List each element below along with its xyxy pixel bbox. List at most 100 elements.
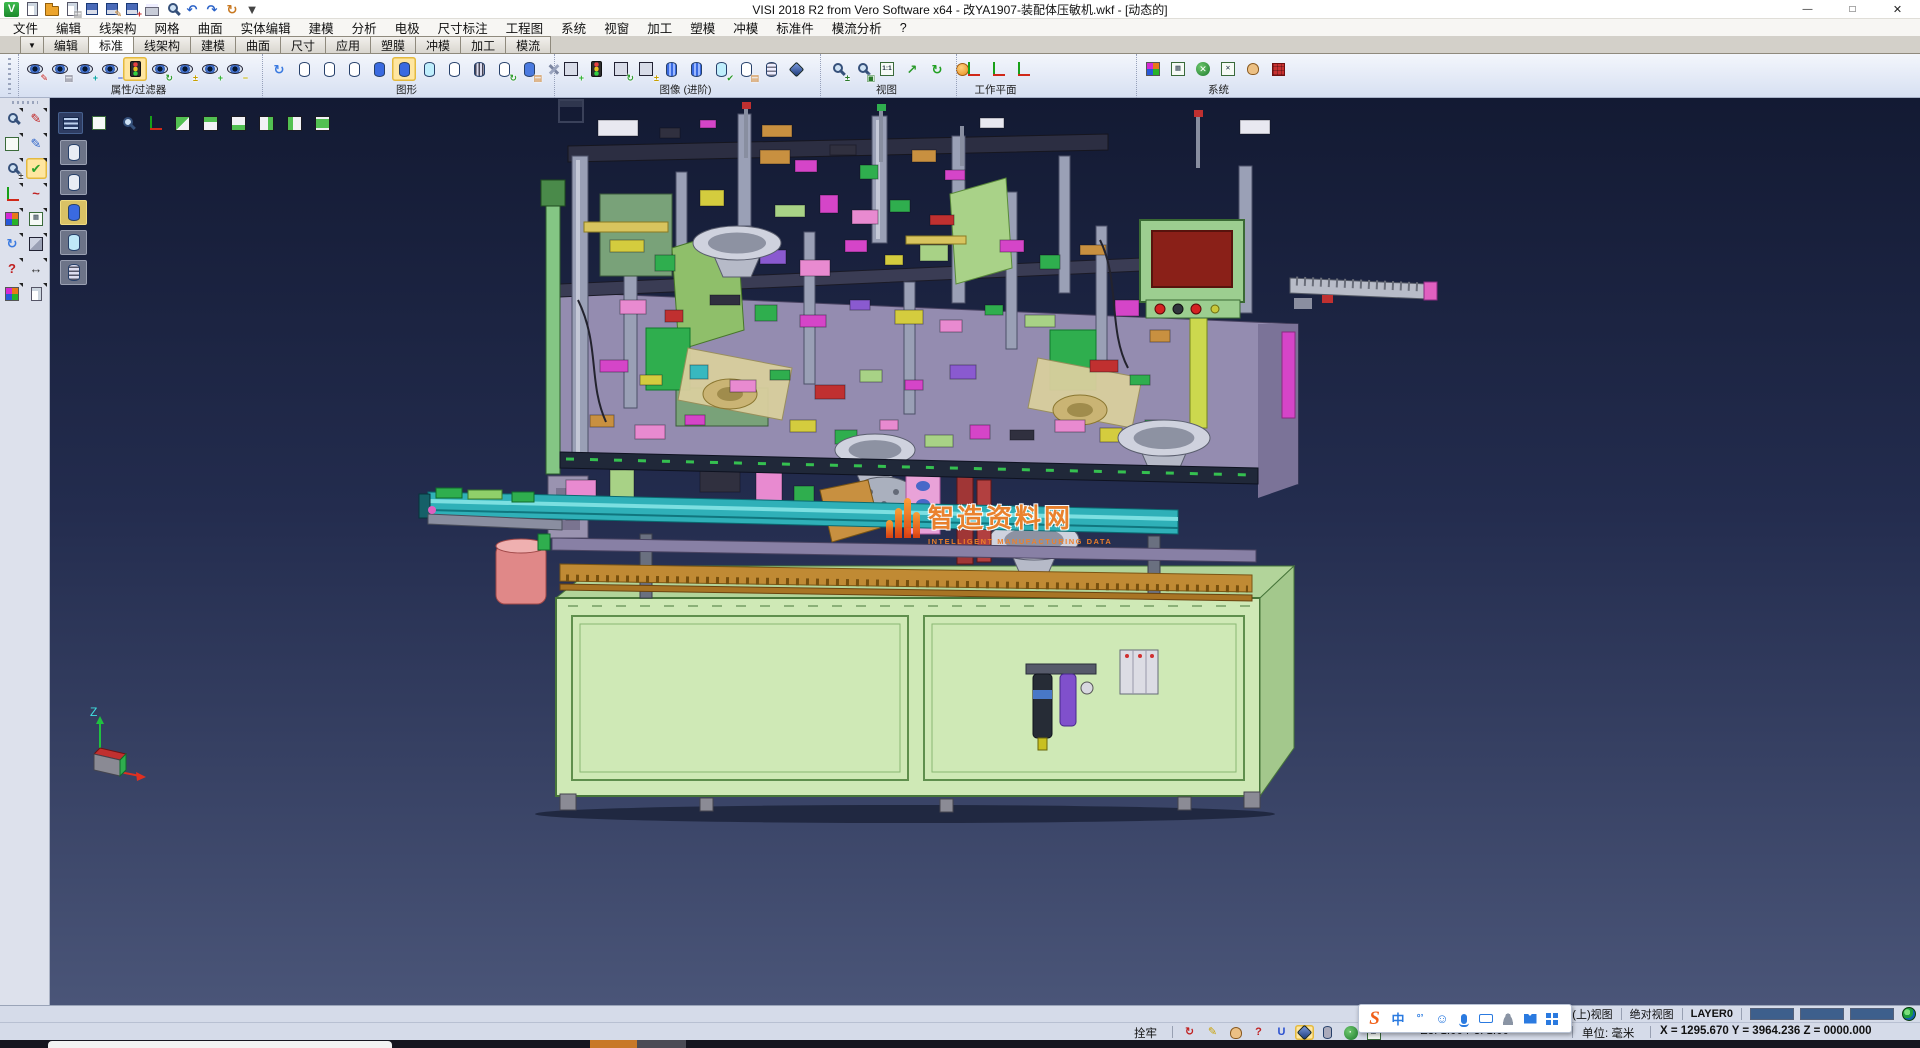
menu-文件[interactable]: 文件 [4,19,47,37]
solid-cube-icon[interactable] [26,233,47,254]
sidebar-drag-handle[interactable] [12,101,38,104]
window-config-icon[interactable]: ✕ [1216,57,1240,81]
ucs-axis-icon[interactable] [2,183,23,204]
delete-pencil-icon[interactable]: ✎ [26,108,47,129]
vis-wireframe-icon[interactable] [62,141,86,165]
vp-frame-icon[interactable] [86,112,111,134]
taskbar-app-icon[interactable] [590,1040,637,1048]
adv-plusminus-icon[interactable]: ± [634,57,658,81]
color-table-icon[interactable] [1141,57,1165,81]
zoom-window-icon[interactable]: ▣ [850,57,874,81]
menu-分析[interactable]: 分析 [343,19,386,37]
vis-shaded-button[interactable] [60,200,87,225]
save-icon[interactable] [83,1,101,17]
globe-icon[interactable] [1902,1007,1916,1021]
vp-menu-icon[interactable] [59,111,83,135]
menu-?[interactable]: ? [891,19,916,37]
layer-color-swatch[interactable] [1850,1008,1894,1020]
pan-hand-icon[interactable] [1226,1025,1245,1040]
eye-subtract-icon[interactable]: − [98,57,122,81]
vis-transparent-button[interactable] [60,230,87,255]
ime-punctuation-toggle[interactable]: °’ [1411,1013,1429,1024]
minimize-button[interactable]: — [1785,0,1830,18]
eye-plus-icon[interactable]: + [198,57,222,81]
menu-电极[interactable]: 电极 [386,19,429,37]
traffic-filter-icon[interactable] [123,57,147,81]
zoom-extent-icon[interactable]: ± [2,158,23,179]
vp-cube-iso-icon[interactable] [171,111,195,135]
menu-工程图[interactable]: 工程图 [497,19,553,37]
select-gem-icon[interactable] [1295,1025,1314,1040]
viewport-layer-widget-icon[interactable] [558,99,584,123]
vp-cube-front-icon[interactable] [310,112,335,134]
vis-hatched-button[interactable] [60,260,87,285]
maximize-button[interactable]: □ [1830,0,1875,18]
menu-网格[interactable]: 网格 [146,19,189,37]
open-copy-icon[interactable]: ▤ [63,1,81,17]
3d-viewport[interactable]: Z 智造资料网 INTELLIGENT MANUFACTURING DATA [50,98,1920,1005]
ime-emoji-icon[interactable]: ☺ [1433,1011,1451,1026]
cyl-wire-b-icon[interactable] [317,57,341,81]
select-frame-icon[interactable] [2,133,23,154]
tab-曲面[interactable]: 曲面 [235,36,281,53]
regen-status-icon[interactable]: ↻ [1180,1025,1199,1040]
shaft-check-icon[interactable]: ✔ [709,57,733,81]
wp-align-icon[interactable] [986,57,1010,81]
cyl-regen-icon[interactable]: ↻ [492,57,516,81]
absolute-view-label[interactable]: 绝对视图 [1630,1006,1674,1022]
sogou-logo-icon[interactable]: S [1364,1008,1385,1029]
taskbar-search-box[interactable] [48,1041,392,1048]
vp-cube-bottom-icon[interactable] [227,111,251,135]
cyl-transparent-icon[interactable] [417,57,441,81]
menu-模流分析[interactable]: 模流分析 [823,19,891,37]
vp-cube-left-icon[interactable] [283,111,307,135]
select-options-icon[interactable] [1241,57,1265,81]
regen-all-icon[interactable]: ↻ [267,57,291,81]
menu-冲模[interactable]: 冲模 [724,19,767,37]
ime-mic-icon[interactable] [1455,1010,1473,1028]
attr-palette-icon[interactable] [2,208,23,229]
tab-冲模[interactable]: 冲模 [415,36,461,53]
vp-fly-icon[interactable] [114,112,139,134]
palette-eye-brush-icon[interactable]: ✎ [23,57,47,81]
render-shield-icon[interactable] [784,57,808,81]
regenerate-icon[interactable]: ↻ [2,233,23,254]
vp-frame-icon[interactable] [87,111,111,135]
vp-axes-icon[interactable] [143,111,167,135]
save-as-icon[interactable]: ✎ [103,1,121,17]
menu-实体编辑[interactable]: 实体编辑 [232,19,300,37]
apply-check-icon[interactable]: ✔ [26,158,47,179]
ime-toolbox-icon[interactable] [1543,1010,1561,1028]
wp-create-icon[interactable] [961,57,985,81]
layer-color-swatch[interactable] [1750,1008,1794,1020]
menu-标准件[interactable]: 标准件 [767,19,823,37]
cyl-copy-icon[interactable]: ▤ [517,57,541,81]
pin-toggle[interactable]: 拴牢 [1134,1025,1157,1041]
ime-language-toggle[interactable]: 中 [1389,1009,1407,1028]
quickbar-more-icon[interactable]: ▼ [243,1,261,17]
cyl-wire-c-icon[interactable] [342,57,366,81]
doc-sheet-icon[interactable] [26,283,47,304]
menu-系统[interactable]: 系统 [552,19,595,37]
vp-cube-iso-icon[interactable] [170,112,195,134]
undo-icon[interactable]: ↶ [183,1,201,17]
vp-cube-right-icon[interactable] [255,111,279,135]
ime-account-icon[interactable] [1499,1010,1517,1028]
tab-加工[interactable]: 加工 [460,36,506,53]
zoom-arrow-icon[interactable]: ↗ [900,57,924,81]
menu-编辑[interactable]: 编辑 [47,19,90,37]
print-preview-icon[interactable] [163,1,181,17]
cyl-shaded-icon[interactable] [367,57,391,81]
close-button[interactable]: ✕ [1875,0,1920,18]
menu-尺寸标注[interactable]: 尺寸标注 [429,19,497,37]
copy-docs-eye-icon[interactable]: ▤ [48,57,72,81]
tab-模流[interactable]: 模流 [505,36,551,53]
tab-建模[interactable]: 建模 [190,36,236,53]
zoom-dynamic-icon[interactable]: ± [825,57,849,81]
ime-skin-icon[interactable] [1521,1010,1539,1028]
cyl-hatched-icon[interactable] [467,57,491,81]
tab-overflow-dropdown[interactable]: ▼ [20,36,44,53]
layers-palette-icon[interactable] [2,283,23,304]
window-grid-icon[interactable]: ▦ [26,208,47,229]
help-query-icon[interactable]: ? [2,258,23,279]
